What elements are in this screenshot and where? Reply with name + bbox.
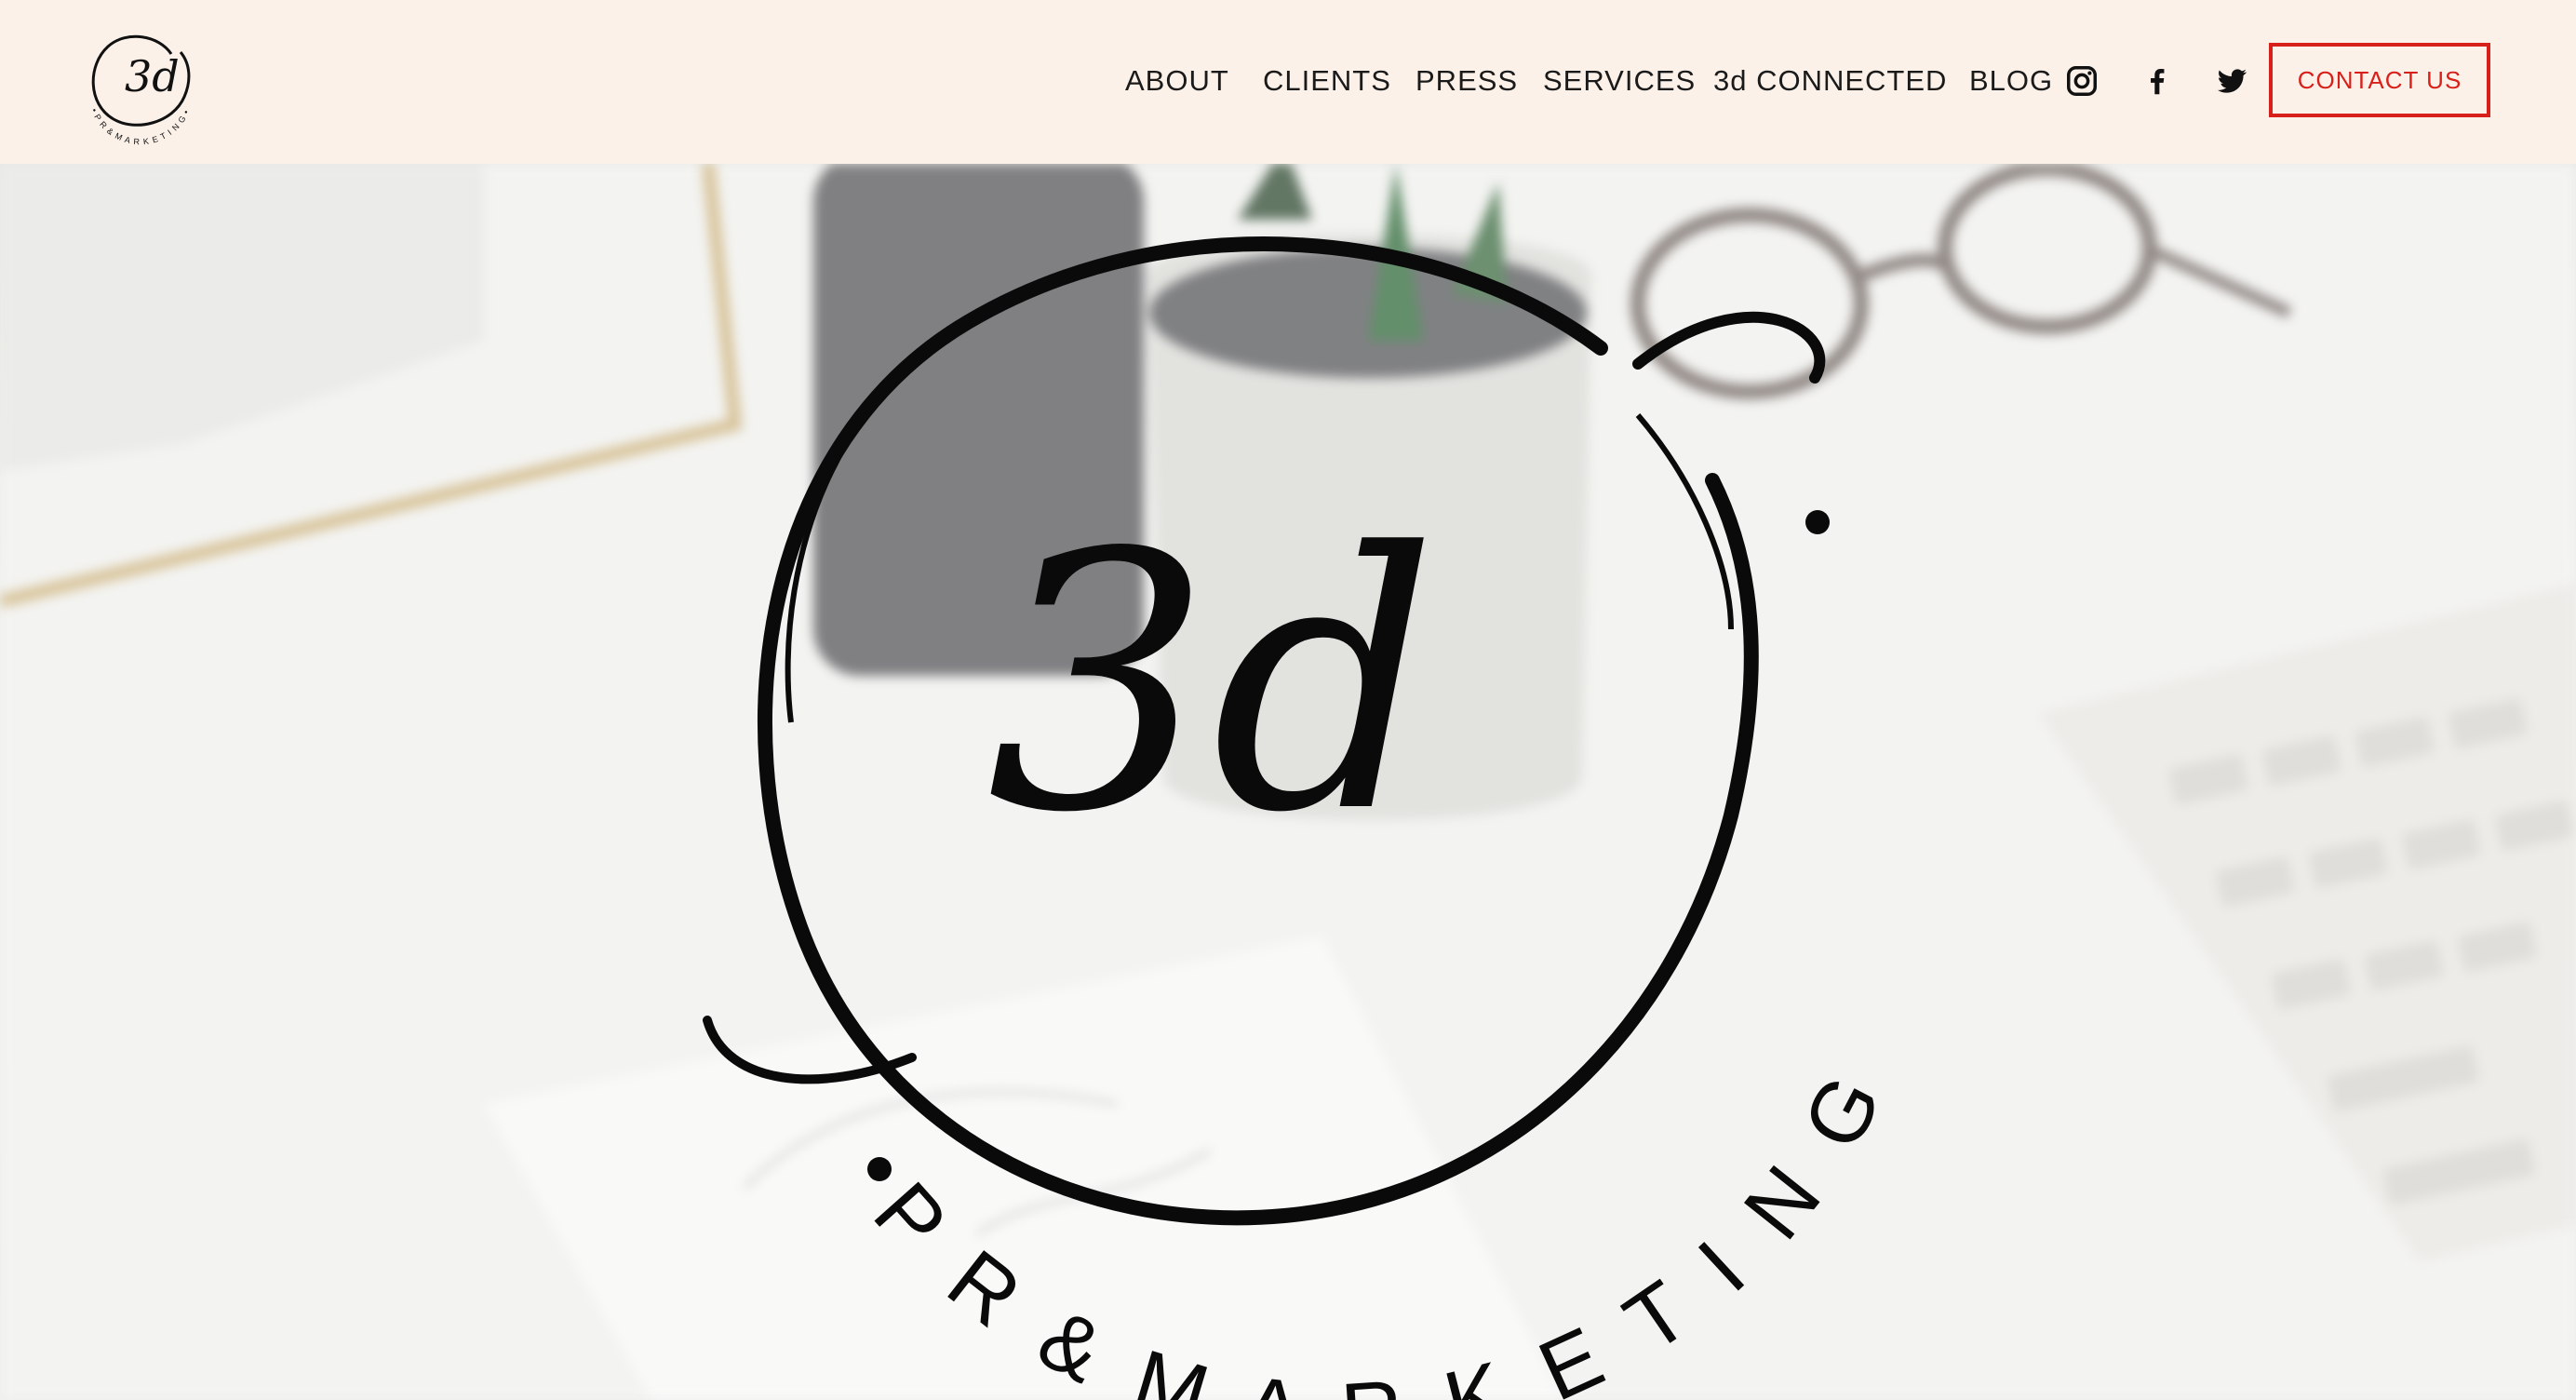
logo-monogram-large: 3d <box>986 478 1438 890</box>
logo-ring-text-large: P R & M A R K E T I N G <box>856 1049 1893 1400</box>
nav-clients[interactable]: CLIENTS <box>1263 61 1391 101</box>
svg-text:P R & M A R K E T I N G: P R & M A R K E T I N G <box>856 1049 1906 1400</box>
facebook-icon[interactable] <box>2140 63 2175 99</box>
logo-dot-right <box>1805 510 1830 534</box>
site-header: 3d • P R & M A R K E T I N G • ABOUT CLI… <box>0 0 2576 164</box>
hero-section: 3d P R & M A R K E T I N G <box>0 164 2576 1400</box>
instagram-icon[interactable] <box>2064 63 2100 99</box>
nav-3d-connected[interactable]: 3d CONNECTED <box>1713 61 1947 101</box>
hero-logo: 3d P R & M A R K E T I N G <box>703 236 1906 1400</box>
main-nav: ABOUT CLIENTS PRESS SERVICES 3d CONNECTE… <box>0 0 2576 164</box>
logo-dot-left <box>867 1157 892 1181</box>
twitter-icon[interactable] <box>2214 63 2249 99</box>
nav-blog[interactable]: BLOG <box>1969 61 2053 101</box>
nav-services[interactable]: SERVICES <box>1543 61 1696 101</box>
nav-about[interactable]: ABOUT <box>1125 61 1229 101</box>
contact-us-button[interactable]: CONTACT US <box>2269 43 2490 117</box>
nav-press[interactable]: PRESS <box>1415 61 1518 101</box>
